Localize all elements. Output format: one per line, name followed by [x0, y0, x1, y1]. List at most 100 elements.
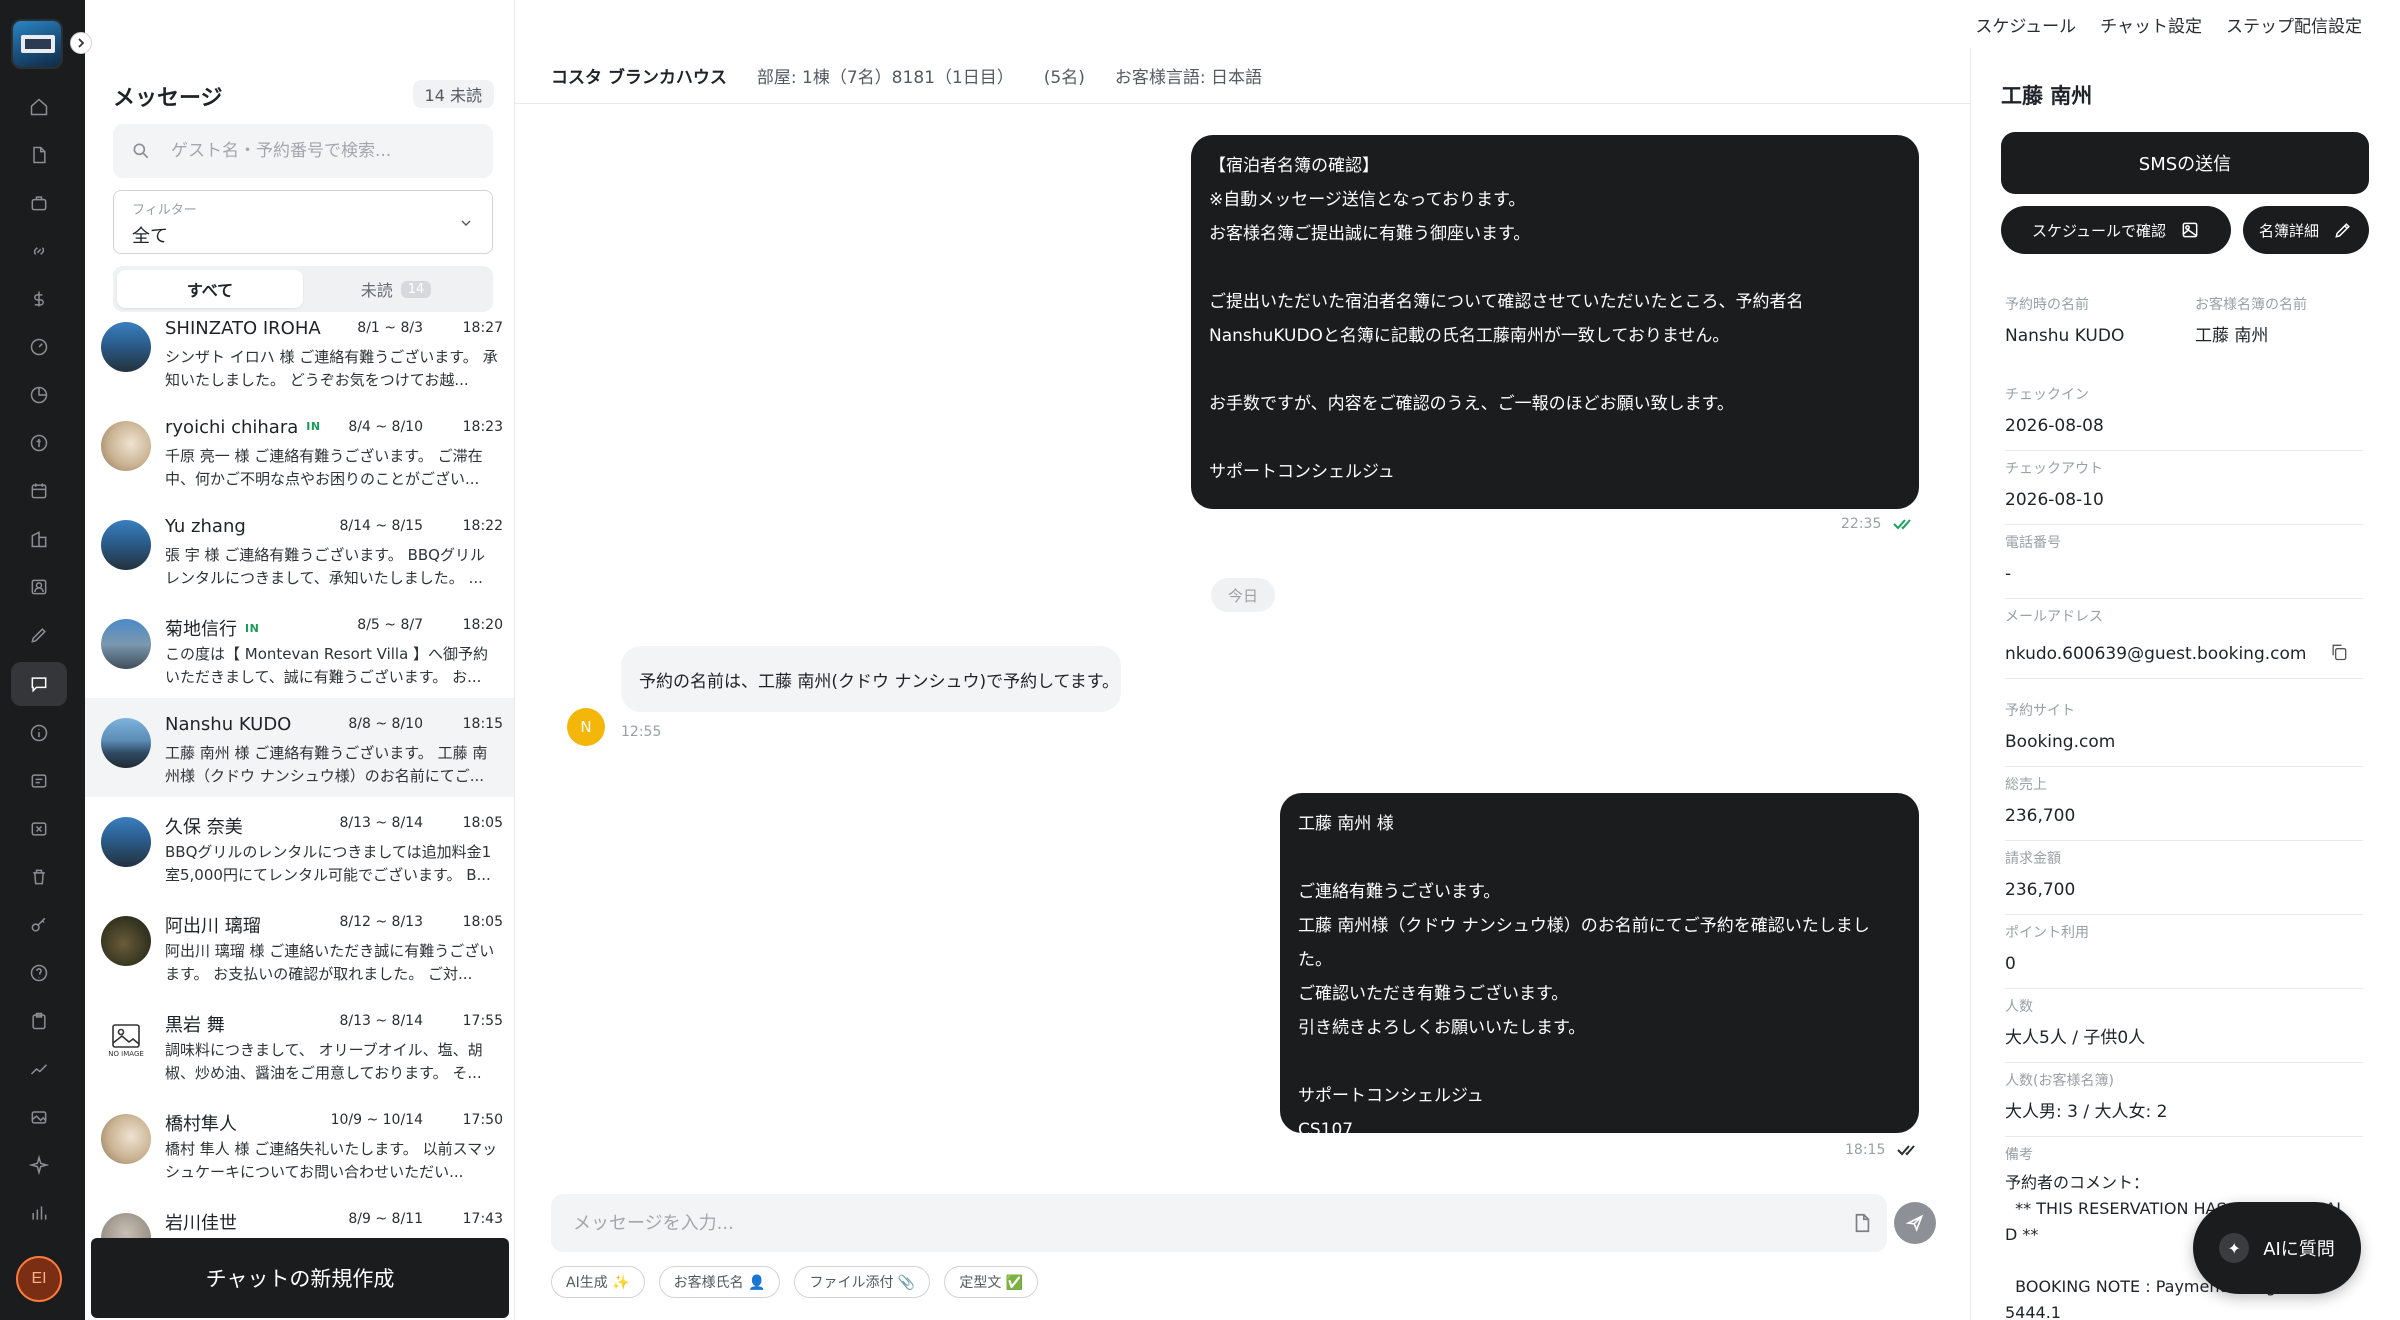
building-icon[interactable] — [26, 526, 52, 552]
chevron-right-icon — [78, 38, 85, 48]
email-value: nkudo.600639@guest.booking.com — [2005, 644, 2307, 664]
booking-name-value: Nanshu KUDO — [2005, 326, 2125, 346]
conversation-row[interactable]: 菊地信行 IN 8/5 ~ 8/7 18:20 この度は【 Montevan Re… — [85, 599, 514, 698]
conversation-row[interactable]: Yu zhang 8/14 ~ 8/15 18:22 張 宇 様 ご連絡有難うご… — [85, 500, 514, 599]
send-button[interactable] — [1894, 1202, 1936, 1244]
message-time: 17:43 — [462, 1211, 503, 1227]
app-logo[interactable] — [11, 19, 63, 69]
message-square-icon[interactable] — [26, 768, 52, 794]
ai-generate-chip[interactable]: AI生成 ✨ — [551, 1266, 645, 1298]
unread-count-badge: 14 未読 — [412, 80, 494, 108]
home-icon[interactable] — [26, 94, 52, 120]
help-icon[interactable] — [26, 960, 52, 986]
file-icon[interactable] — [1851, 1212, 1873, 1234]
image-icon — [2182, 222, 2198, 238]
search-icon — [133, 143, 149, 159]
dollar-icon[interactable] — [26, 286, 52, 312]
people-label: 人数 — [2005, 999, 2033, 1015]
bar-chart-icon[interactable] — [26, 1200, 52, 1226]
message-preview: 千原 亮一 様 ご連絡有難うございます。 ご滞在中、何かご不明な点やお困りのこと… — [165, 447, 483, 488]
attach-file-chip[interactable]: ファイル添付 📎 — [794, 1266, 931, 1298]
nav-schedule-link[interactable]: スケジュール — [1975, 12, 2076, 37]
conversation-row[interactable]: 久保 奈美 8/13 ~ 8/14 18:05 BBQグリルのレンタルにつきまし… — [85, 797, 514, 896]
conversation-row[interactable]: SHINZATO IROHA 8/1 ~ 8/3 18:27 シンザト イロハ … — [85, 320, 514, 401]
pen-icon[interactable] — [26, 622, 52, 648]
message-composer[interactable] — [551, 1194, 1887, 1252]
coin-icon[interactable] — [26, 430, 52, 456]
stay-dates: 8/12 ~ 8/13 — [339, 914, 423, 930]
nav-chat-settings-link[interactable]: チャット設定 — [2100, 12, 2202, 37]
info-icon[interactable] — [26, 720, 52, 746]
sparkle-icon[interactable] — [26, 1152, 52, 1178]
message-input[interactable] — [573, 1212, 1773, 1234]
stay-dates: 10/9 ~ 10/14 — [330, 1112, 423, 1128]
gauge-icon[interactable] — [26, 334, 52, 360]
new-chat-button[interactable]: チャットの新規作成 — [91, 1238, 509, 1318]
chat-icon[interactable] — [11, 662, 67, 706]
message-time: 18:20 — [462, 617, 503, 633]
search-box[interactable] — [113, 124, 493, 178]
copy-icon[interactable] — [2329, 642, 2349, 662]
guest-avatar — [101, 421, 151, 471]
link-icon[interactable] — [26, 238, 52, 264]
key-icon[interactable] — [26, 912, 52, 938]
message-time: 18:05 — [462, 815, 503, 831]
clipboard-icon[interactable] — [26, 1008, 52, 1034]
message-preview: 橋村 隼人 様 ご連絡失礼いたします。 以前スマッシュケーキについてお問い合わせ… — [165, 1140, 498, 1181]
guest-avatar — [101, 322, 151, 372]
people-roster-label: 人数(お客様名簿) — [2005, 1073, 2114, 1089]
filter-select[interactable]: フィルター 全て — [113, 190, 493, 254]
tab-all[interactable]: すべて — [117, 270, 303, 308]
chat-header: コスタ ブランカハウス 部屋: 1棟（7名）8181（1日目） (5名) お客様… — [515, 48, 1970, 104]
gallery-icon[interactable] — [26, 1104, 52, 1130]
conversation-row[interactable]: ryoichi chihara IN 8/4 ~ 8/10 18:23 千原 亮一… — [85, 401, 514, 500]
double-check-icon — [1897, 1145, 1916, 1156]
phone-field: 電話番号 - — [2005, 532, 2363, 599]
send-sms-button[interactable]: SMSの送信 — [2001, 132, 2369, 194]
message-list-panel: メッセージ 14 未読 フィルター 全て すべて 未読 14 SHINZATO I… — [85, 0, 515, 1320]
search-input[interactable] — [171, 141, 471, 161]
message-preview: 工藤 南州 様 ご連絡有難うございます。 工藤 南州様（クドウ ナンシュウ様）の… — [165, 744, 488, 785]
billing-label: 請求金額 — [2005, 851, 2061, 867]
stay-dates: 8/13 ~ 8/14 — [339, 815, 423, 831]
stay-dates: 8/5 ~ 8/7 — [357, 617, 423, 633]
phone-label: 電話番号 — [2005, 535, 2061, 551]
conversation-row[interactable]: NO IMAGE 黒岩 舞 8/13 ~ 8/14 17:55 調味料につきまし… — [85, 995, 514, 1094]
guest-name: SHINZATO IROHA — [165, 320, 321, 339]
close-box-icon[interactable] — [26, 816, 52, 842]
billing-field: 請求金額 236,700 — [2005, 848, 2363, 915]
conversation-row[interactable]: 阿出川 璃瑠 8/12 ~ 8/13 18:05 阿出川 璃瑠 様 ご連絡いただ… — [85, 896, 514, 995]
calendar-icon[interactable] — [26, 478, 52, 504]
total-sales-field: 総売上 236,700 — [2005, 774, 2363, 841]
message-meta: 18:15 — [1845, 1142, 1919, 1158]
trash-icon[interactable] — [26, 864, 52, 890]
points-label: ポイント利用 — [2005, 925, 2089, 941]
user-avatar[interactable]: EI — [16, 1256, 62, 1302]
guest-count: (5名) — [1043, 68, 1085, 88]
expand-sidebar-button[interactable] — [70, 32, 92, 54]
pie-chart-icon[interactable] — [26, 382, 52, 408]
roster-detail-button[interactable]: 名簿詳細 — [2243, 206, 2369, 254]
document-icon[interactable] — [26, 142, 52, 168]
ask-ai-button[interactable]: ✦ AIに質問 — [2193, 1202, 2361, 1294]
view-schedule-button[interactable]: スケジュールで確認 — [2001, 206, 2231, 254]
conversation-row-selected[interactable]: Nanshu KUDO 8/8 ~ 8/10 18:15 工藤 南州 様 ご連絡… — [85, 698, 514, 797]
checkout-label: チェックアウト — [2005, 461, 2103, 477]
briefcase-icon[interactable] — [26, 190, 52, 216]
tab-unread[interactable]: 未読 14 — [303, 270, 489, 308]
message-time: 17:55 — [462, 1013, 503, 1029]
trend-icon[interactable] — [26, 1056, 52, 1082]
guest-name: 岩川佳世 — [165, 1213, 237, 1234]
template-chip[interactable]: 定型文 ✅ — [944, 1266, 1039, 1298]
ask-ai-label: AIに質問 — [2263, 1239, 2335, 1260]
guest-name-chip[interactable]: お客様氏名 👤 — [658, 1266, 781, 1298]
message-preview: 調味料につきまして、 オリーブオイル、塩、胡椒、炒め油、醤油をご用意しております… — [165, 1041, 483, 1082]
conversation-row[interactable]: 橋村隼人 10/9 ~ 10/14 17:50 橋村 隼人 様 ご連絡失礼いたし… — [85, 1094, 514, 1193]
roster-name-label: お客様名簿の名前 — [2195, 297, 2307, 313]
billing-value: 236,700 — [2005, 880, 2076, 900]
nav-step-settings-link[interactable]: ステップ配信設定 — [2226, 12, 2362, 37]
date-divider: 今日 — [1211, 578, 1275, 612]
contact-card-icon[interactable] — [26, 574, 52, 600]
people-value: 大人5人 / 子供0人 — [2005, 1028, 2146, 1048]
tab-unread-count: 14 — [400, 280, 432, 298]
